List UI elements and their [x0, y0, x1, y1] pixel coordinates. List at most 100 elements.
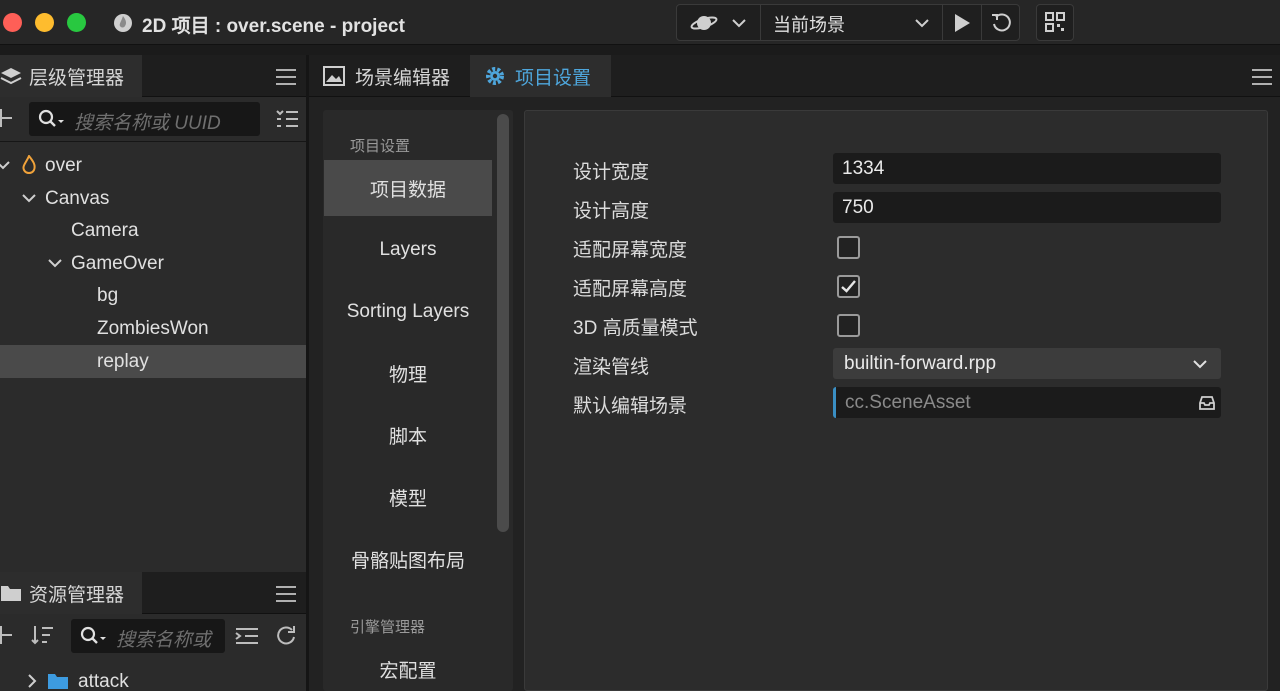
chevron-down-icon[interactable] — [47, 255, 63, 271]
nav-item-label: 脚本 — [388, 426, 427, 448]
window-title: 2D 项目 : over.scene - project — [142, 16, 405, 37]
assets-tabbar: 资源管理器 — [0, 572, 306, 614]
assets-search-input[interactable]: 搜索名称或 — [71, 619, 225, 653]
fit-width-label: 适配屏幕宽度 — [573, 240, 688, 261]
image-icon — [323, 66, 345, 86]
design-width-input[interactable]: 1334 — [833, 153, 1221, 184]
nav-item-scripts[interactable]: 脚本 — [324, 407, 492, 463]
add-asset-icon[interactable] — [0, 624, 14, 646]
tab-hierarchy-label: 层级管理器 — [29, 67, 125, 89]
editor-menu-icon[interactable] — [1252, 69, 1272, 85]
default-scene-value: cc.SceneAsset — [845, 392, 971, 413]
hierarchy-panel: 搜索名称或 UUID over Canvas Camera GameOver b… — [0, 97, 306, 572]
chevron-down-icon — [1193, 360, 1207, 369]
hierarchy-menu-icon[interactable] — [276, 69, 296, 85]
chevron-down-icon — [915, 19, 929, 28]
render-pipeline-value: builtin-forward.rpp — [844, 353, 997, 374]
settings-nav-scrollbar[interactable] — [497, 114, 509, 532]
nav-item-layers[interactable]: Layers — [324, 222, 492, 278]
collapse-list-icon[interactable] — [275, 109, 299, 129]
tab-hierarchy[interactable]: 层级管理器 — [0, 55, 142, 97]
tab-scene-editor-label: 场景编辑器 — [355, 67, 451, 89]
gear-icon — [486, 67, 504, 85]
planet-icon — [690, 15, 718, 30]
fit-height-label: 适配屏幕高度 — [573, 279, 688, 300]
add-node-icon[interactable] — [0, 107, 14, 129]
play-button[interactable] — [943, 5, 981, 40]
tree-node-label: Camera — [71, 220, 139, 241]
default-scene-label: 默认编辑场景 — [573, 396, 688, 417]
nav-item-label: 项目数据 — [369, 179, 446, 201]
nav-item-physics[interactable]: 物理 — [324, 345, 492, 401]
checkmark-icon — [841, 280, 856, 293]
hq-3d-checkbox[interactable] — [837, 314, 860, 337]
design-height-label: 设计高度 — [573, 201, 650, 222]
tree-node-bg[interactable]: bg — [0, 279, 306, 312]
fit-width-checkbox[interactable] — [837, 236, 860, 259]
sort-icon[interactable] — [31, 624, 55, 646]
qr-preview-button[interactable] — [1036, 4, 1074, 41]
tree-node-label: over — [45, 155, 82, 176]
tab-project-settings[interactable]: 项目设置 — [470, 55, 611, 97]
nav-item-label: 模型 — [388, 488, 427, 510]
chevron-right-icon[interactable] — [24, 673, 40, 689]
render-pipeline-label: 渲染管线 — [573, 357, 650, 378]
refresh-icon — [992, 12, 1011, 31]
search-icon — [80, 626, 106, 644]
render-pipeline-select[interactable]: builtin-forward.rpp — [833, 348, 1221, 379]
hierarchy-search-input[interactable]: 搜索名称或 UUID — [29, 102, 260, 136]
asset-tray-icon[interactable] — [1198, 395, 1216, 411]
assets-menu-icon[interactable] — [276, 586, 296, 602]
chevron-down-icon — [732, 18, 746, 27]
tree-node-gameover[interactable]: GameOver — [0, 247, 306, 280]
default-scene-field[interactable]: cc.SceneAsset — [833, 387, 1221, 418]
nav-item-label: 物理 — [388, 364, 427, 386]
layers-icon — [0, 68, 22, 85]
nav-section-engine: 引擎管理器 — [350, 619, 426, 636]
collapse-list-icon[interactable] — [235, 626, 259, 646]
tree-node-replay[interactable]: replay — [0, 345, 306, 378]
asset-item-label: attack — [78, 671, 129, 691]
asset-folder-attack[interactable]: attack — [0, 664, 306, 691]
assets-search-placeholder: 搜索名称或 — [116, 630, 212, 651]
refresh-button[interactable] — [982, 5, 1020, 40]
tab-scene-editor[interactable]: 场景编辑器 — [309, 55, 469, 97]
chevron-down-icon[interactable] — [0, 157, 11, 173]
nav-item-sorting-layers[interactable]: Sorting Layers — [324, 284, 492, 340]
editor-tabbar: 场景编辑器 项目设置 — [309, 55, 1280, 97]
search-icon — [38, 109, 64, 127]
folder-icon — [1, 586, 21, 601]
hierarchy-search-placeholder: 搜索名称或 UUID — [74, 113, 221, 134]
tab-project-settings-label: 项目设置 — [515, 67, 592, 89]
tree-node-canvas[interactable]: Canvas — [0, 182, 306, 215]
nav-item-label: Sorting Layers — [346, 301, 470, 322]
play-icon — [955, 13, 970, 32]
nav-item-label: 宏配置 — [379, 660, 437, 682]
tab-assets-label: 资源管理器 — [29, 584, 125, 606]
tree-node-label: ZombiesWon — [97, 318, 209, 339]
tree-node-label: bg — [97, 285, 119, 306]
nav-item-skeleton-atlas[interactable]: 骨骼贴图布局 — [324, 531, 492, 587]
title-bar: 2D 项目 : over.scene - project 当前场景 — [0, 0, 1280, 45]
preview-toolbar — [676, 4, 1020, 41]
tree-node-label: GameOver — [71, 253, 164, 274]
nav-item-macro-config[interactable]: 宏配置 — [324, 641, 492, 691]
close-window-button[interactable] — [3, 13, 22, 32]
fit-height-checkbox[interactable] — [837, 275, 860, 298]
scene-flame-icon — [22, 155, 36, 174]
nav-item-models[interactable]: 模型 — [324, 469, 492, 525]
refresh-icon[interactable] — [275, 624, 297, 646]
tree-node-zombieswon[interactable]: ZombiesWon — [0, 312, 306, 345]
minimize-window-button[interactable] — [35, 13, 54, 32]
qr-code-icon — [1045, 12, 1065, 32]
tab-assets[interactable]: 资源管理器 — [0, 572, 142, 614]
tree-node-over[interactable]: over — [0, 149, 306, 182]
preview-platform-dropdown[interactable] — [677, 5, 760, 40]
tree-node-camera[interactable]: Camera — [0, 214, 306, 247]
nav-item-project-data[interactable]: 项目数据 — [324, 160, 492, 216]
zoom-window-button[interactable] — [67, 13, 86, 32]
nav-section-project: 项目设置 — [350, 138, 411, 155]
design-height-input[interactable]: 750 — [833, 192, 1221, 223]
folder-icon — [48, 674, 68, 689]
chevron-down-icon[interactable] — [21, 190, 37, 206]
